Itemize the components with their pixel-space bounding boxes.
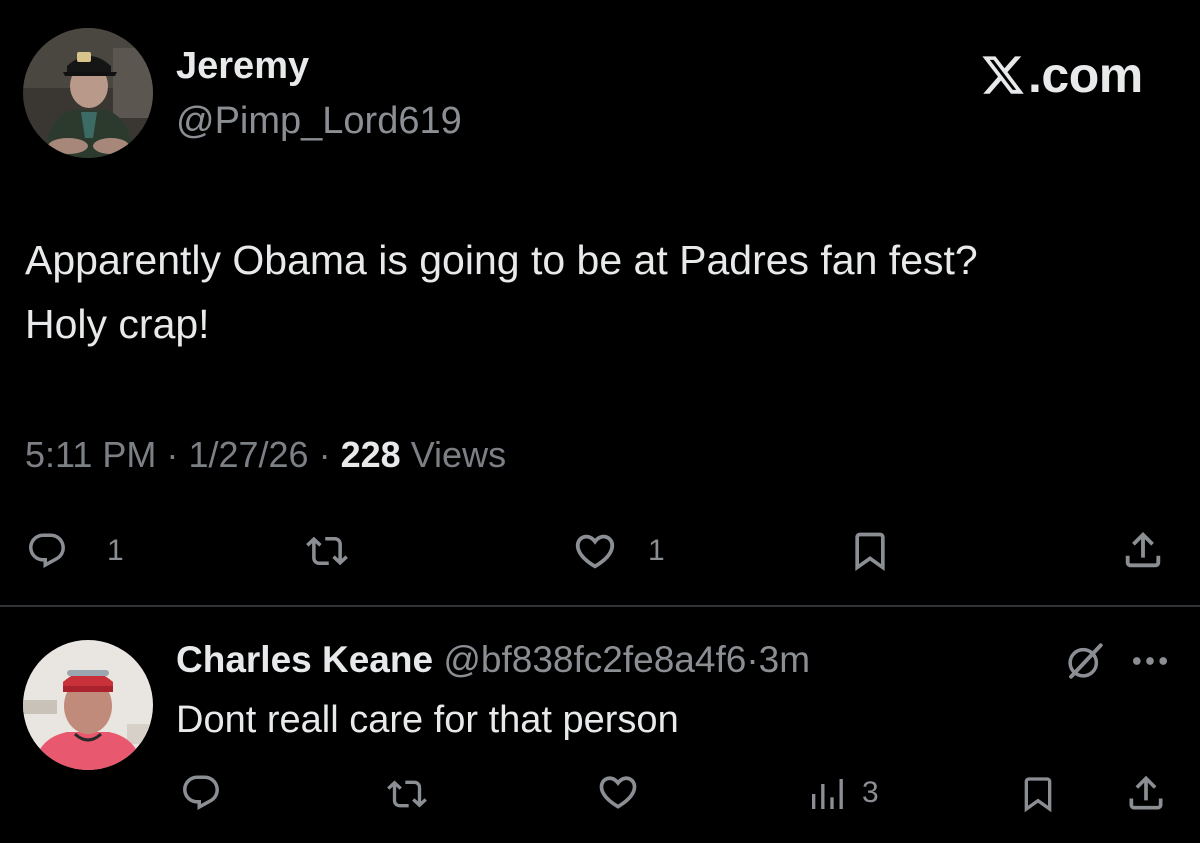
tweet-time[interactable]: 5:11 PM: [25, 434, 156, 475]
reply-text: Dont reall care for that person: [176, 699, 679, 741]
reply-time[interactable]: 3m: [759, 639, 810, 680]
views-count: 228: [340, 434, 401, 475]
reply-icon[interactable]: [180, 772, 222, 814]
reply-icon[interactable]: [26, 530, 68, 572]
tweet-date[interactable]: 1/27/26: [188, 434, 308, 475]
tweet-text: Apparently Obama is going to be at Padre…: [25, 237, 978, 347]
tweet-meta: 5:11 PM · 1/27/26 · 228 Views: [25, 430, 506, 480]
brand-label: .com: [1028, 47, 1143, 103]
retweet-icon[interactable]: [382, 774, 432, 814]
like-count: 1: [648, 534, 665, 567]
avatar-photo: [23, 640, 153, 770]
retweet-icon[interactable]: [300, 530, 354, 572]
views-chart-icon[interactable]: [806, 774, 848, 814]
meta-separator: ·: [166, 434, 179, 475]
avatar-photo: [23, 28, 153, 158]
bookmark-icon[interactable]: [1018, 772, 1058, 816]
more-icon[interactable]: [1128, 646, 1172, 676]
x-logo-icon: [982, 56, 1024, 94]
heart-icon[interactable]: [572, 528, 618, 574]
reply-count: 1: [107, 534, 124, 567]
author-handle[interactable]: @Pimp_Lord619: [176, 97, 462, 145]
meta-separator: ·: [318, 434, 331, 475]
grok-icon[interactable]: [1064, 640, 1106, 682]
reply-author-name[interactable]: Charles Keane: [176, 639, 433, 680]
reply-author-avatar[interactable]: [23, 640, 153, 770]
author-name[interactable]: Jeremy: [176, 42, 309, 90]
share-icon[interactable]: [1124, 770, 1168, 816]
bookmark-icon[interactable]: [848, 528, 892, 574]
divider: [0, 605, 1200, 607]
author-avatar[interactable]: [23, 28, 153, 158]
meta-separator: ·: [746, 639, 759, 680]
reply-header: Charles Keane @bf838fc2fe8a4f6·3m: [176, 636, 810, 684]
share-icon[interactable]: [1120, 526, 1166, 574]
reply-author-handle[interactable]: @bf838fc2fe8a4f6: [443, 639, 746, 680]
views-label: Views: [410, 434, 507, 475]
heart-icon[interactable]: [596, 770, 640, 814]
brand-logo: .com: [980, 42, 1143, 108]
views-count: 3: [862, 776, 879, 809]
